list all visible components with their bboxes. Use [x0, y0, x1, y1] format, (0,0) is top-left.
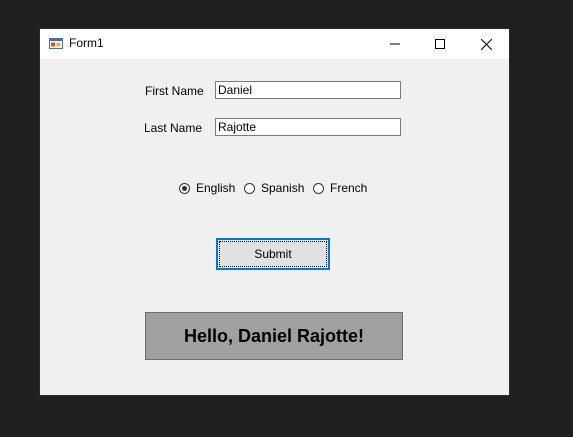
radio-french-label: French [330, 181, 368, 195]
last-name-input[interactable] [215, 118, 401, 136]
window-title: Form1 [69, 36, 104, 50]
form1-window: Form1 First Name Last Name English Span [40, 29, 509, 395]
close-icon [480, 38, 492, 50]
radio-english-indicator[interactable] [179, 182, 190, 194]
first-name-input[interactable] [215, 81, 401, 99]
maximize-icon [435, 39, 445, 49]
radio-english[interactable]: English [179, 181, 235, 195]
radio-french[interactable]: French [313, 181, 367, 195]
minimize-icon [390, 43, 400, 45]
title-bar[interactable]: Form1 [40, 29, 509, 59]
maximize-button[interactable] [417, 29, 463, 59]
greeting-text: Hello, Daniel Rajotte! [183, 325, 365, 346]
close-button[interactable] [463, 29, 509, 59]
radio-spanish[interactable]: Spanish [244, 181, 304, 195]
radio-spanish-indicator[interactable] [244, 182, 255, 194]
radio-french-indicator[interactable] [313, 182, 324, 194]
greeting-output: Hello, Daniel Rajotte! [145, 312, 403, 360]
radio-english-label: English [196, 181, 236, 195]
first-name-label: First Name [145, 84, 204, 98]
radio-spanish-label: Spanish [261, 181, 305, 195]
form-app-icon [49, 38, 63, 49]
submit-button-label: Submit [254, 247, 292, 261]
last-name-label: Last Name [144, 121, 203, 135]
submit-button[interactable]: Submit [216, 238, 330, 270]
minimize-button[interactable] [372, 29, 418, 59]
